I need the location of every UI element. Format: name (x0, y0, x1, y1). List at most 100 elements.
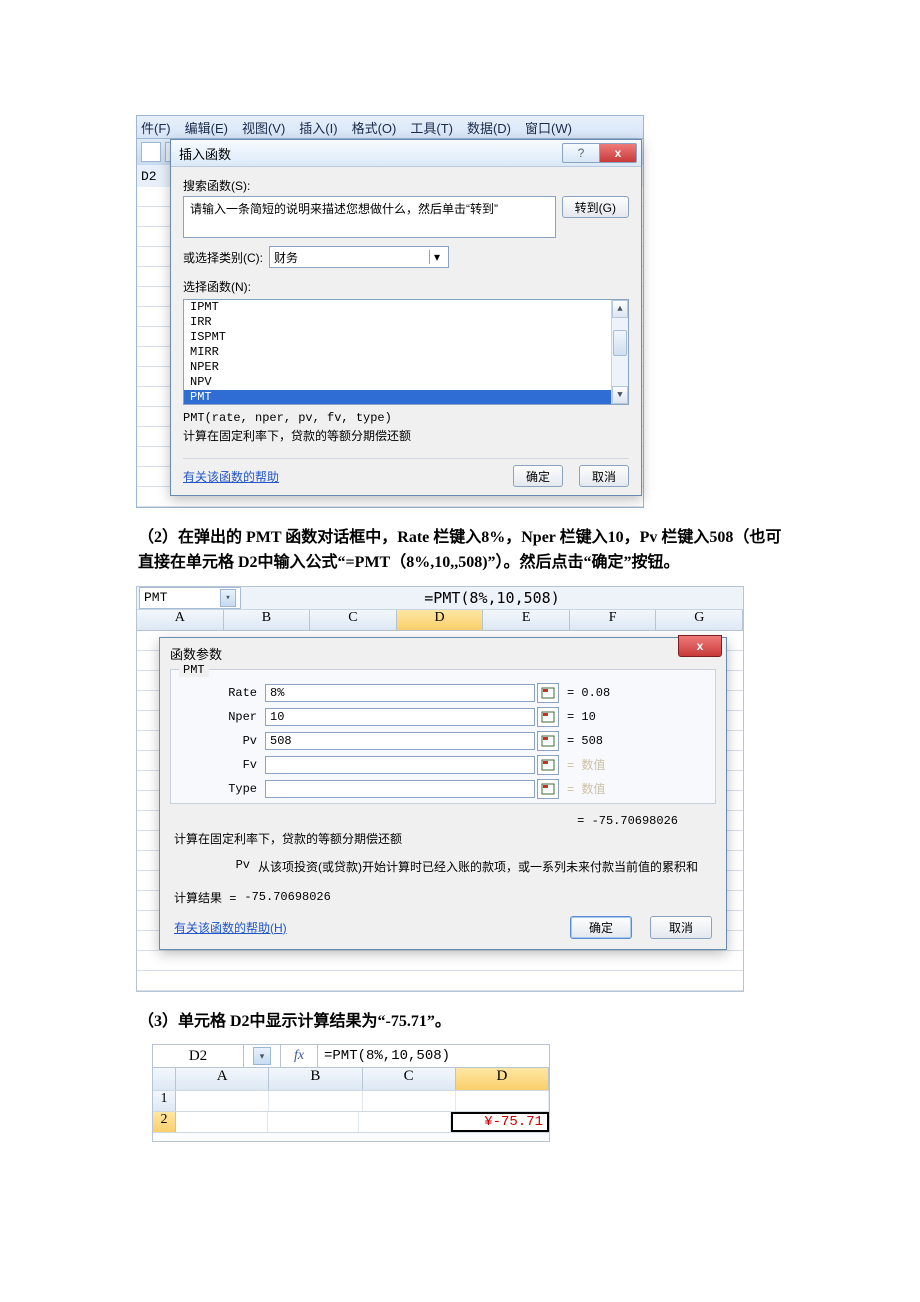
cell[interactable] (268, 1112, 360, 1132)
list-item[interactable]: IRR (184, 315, 628, 330)
formula-bar[interactable]: =PMT(8%,10,508) (318, 1045, 549, 1067)
arg-input-fv[interactable] (265, 756, 535, 774)
range-select-icon[interactable] (537, 707, 559, 727)
range-select-icon[interactable] (537, 683, 559, 703)
go-button[interactable]: 转到(G) (562, 196, 629, 218)
ok-button[interactable]: 确定 (570, 916, 632, 939)
chevron-down-icon: ▾ (253, 1047, 271, 1065)
arg-row-type: Type = 数值 (181, 777, 705, 801)
col-header-selected[interactable]: D (456, 1068, 549, 1090)
col-header[interactable]: A (176, 1068, 269, 1090)
chevron-down-icon[interactable]: ▾ (220, 589, 236, 607)
ok-button[interactable]: 确定 (513, 465, 563, 487)
arg-input-pv[interactable] (265, 732, 535, 750)
col-header[interactable]: E (483, 610, 570, 630)
pv-label: Pv (180, 858, 258, 875)
menu-tools[interactable]: 工具(T) (410, 118, 453, 137)
cell[interactable] (176, 1112, 268, 1132)
cell-d2-result[interactable]: ¥-75.71 (451, 1112, 550, 1132)
column-headers: A B C D E F G (137, 610, 743, 631)
grid-trim (153, 1132, 549, 1141)
cancel-button[interactable]: 取消 (650, 916, 712, 939)
name-box[interactable]: D2 (153, 1045, 244, 1067)
range-select-icon[interactable] (537, 755, 559, 775)
col-header[interactable]: C (363, 1068, 456, 1090)
close-button[interactable]: x (599, 143, 637, 163)
help-link[interactable]: 有关该函数的帮助(H) (174, 919, 287, 936)
cell[interactable] (269, 1091, 362, 1111)
menu-window[interactable]: 窗口(W) (525, 118, 572, 137)
function-description: 计算在固定利率下，贷款的等额分期偿还额 (183, 427, 629, 444)
function-signature: PMT(rate, nper, pv, fv, type) (183, 411, 629, 425)
list-item[interactable]: MIRR (184, 345, 628, 360)
list-item[interactable]: ISPMT (184, 330, 628, 345)
menu-format[interactable]: 格式(O) (352, 118, 397, 137)
row-header-selected[interactable]: 2 (153, 1112, 176, 1132)
function-listbox[interactable]: IPMT IRR ISPMT MIRR NPER NPV PMT ▲ ▼ (183, 299, 629, 405)
result-equation: = -75.70698026 (160, 810, 726, 828)
list-item-selected[interactable]: PMT (184, 390, 628, 405)
cell[interactable] (359, 1112, 451, 1132)
col-header[interactable]: B (269, 1068, 362, 1090)
arg-label: Nper (181, 710, 265, 724)
col-header[interactable]: F (570, 610, 657, 630)
range-select-icon[interactable] (537, 779, 559, 799)
category-label: 或选择类别(C): (183, 249, 263, 266)
col-header[interactable]: C (310, 610, 397, 630)
col-header[interactable]: A (137, 610, 224, 630)
dialog-title: 函数参数 (160, 638, 726, 663)
cell[interactable] (456, 1091, 549, 1111)
arg-eq: = 数值 (567, 756, 605, 773)
col-header-selected[interactable]: D (397, 610, 484, 630)
menu-view[interactable]: 视图(V) (242, 118, 285, 137)
category-combo[interactable]: 财务 ▾ (269, 246, 449, 268)
calc-label: 计算结果 = (174, 889, 236, 906)
menu-file[interactable]: 件(F) (141, 118, 171, 137)
figure-insert-function: 件(F) 编辑(E) 视图(V) 插入(I) 格式(O) 工具(T) 数据(D)… (136, 115, 644, 508)
calc-result-row: 计算结果 = -75.70698026 (160, 889, 726, 916)
menu-data[interactable]: 数据(D) (467, 118, 511, 137)
pv-description-row: Pv 从该项投资(或贷款)开始计算时已经入账的款项，或一系列未来付款当前值的累积… (160, 854, 726, 889)
pv-description: 从该项投资(或贷款)开始计算时已经入账的款项，或一系列未来付款当前值的累积和 (258, 858, 706, 875)
name-box[interactable]: PMT ▾ (139, 587, 241, 609)
arg-eq: = 10 (567, 710, 596, 724)
search-input[interactable]: 请输入一条简短的说明来描述您想做什么，然后单击“转到” (183, 196, 556, 238)
cancel-button[interactable]: 取消 (579, 465, 629, 487)
arg-input-rate[interactable] (265, 684, 535, 702)
close-button[interactable]: x (678, 635, 722, 657)
arg-input-nper[interactable] (265, 708, 535, 726)
arg-eq: = 508 (567, 734, 603, 748)
col-header[interactable]: B (224, 610, 311, 630)
help-link[interactable]: 有关该函数的帮助 (183, 468, 279, 485)
cell[interactable] (363, 1091, 456, 1111)
help-button[interactable]: ? (562, 143, 599, 163)
menu-bar[interactable]: 件(F) 编辑(E) 视图(V) 插入(I) 格式(O) 工具(T) 数据(D)… (136, 115, 644, 139)
select-function-label: 选择函数(N): (183, 278, 629, 295)
name-box-value: PMT (144, 590, 167, 605)
figure-result: D2 ▾ fx =PMT(8%,10,508) A B C D 1 2 ¥-75… (152, 1044, 550, 1142)
select-all-corner[interactable] (153, 1068, 176, 1090)
arg-label: Fv (181, 758, 265, 772)
scroll-down-icon[interactable]: ▼ (612, 386, 628, 404)
list-item[interactable]: IPMT (184, 300, 628, 315)
fx-icon[interactable]: fx (281, 1045, 318, 1067)
row-header[interactable]: 1 (153, 1091, 176, 1111)
list-item[interactable]: NPER (184, 360, 628, 375)
col-header[interactable]: G (656, 610, 743, 630)
toolbar-icon[interactable] (141, 142, 161, 162)
cell[interactable] (176, 1091, 269, 1111)
scrollbar[interactable]: ▲ ▼ (611, 300, 628, 404)
insert-function-dialog: 插入函数 ? x 搜索函数(S): 请输入一条简短的说明来描述您想做什么，然后单… (170, 139, 642, 496)
menu-insert[interactable]: 插入(I) (299, 118, 337, 137)
scroll-up-icon[interactable]: ▲ (612, 300, 628, 318)
scroll-thumb[interactable] (613, 330, 627, 356)
range-select-icon[interactable] (537, 731, 559, 751)
paragraph-step2: （2）在弹出的 PMT 函数对话框中，Rate 栏键入8%，Nper 栏键入10… (138, 526, 782, 576)
arg-input-type[interactable] (265, 780, 535, 798)
formula-bar[interactable]: =PMT(8%,10,508) (241, 589, 743, 607)
menu-edit[interactable]: 编辑(E) (185, 118, 228, 137)
function-description: 计算在固定利率下，贷款的等额分期偿还额 (160, 828, 726, 854)
arg-label: Rate (181, 686, 265, 700)
list-item[interactable]: NPV (184, 375, 628, 390)
name-box-dropdown[interactable]: ▾ (244, 1045, 281, 1067)
